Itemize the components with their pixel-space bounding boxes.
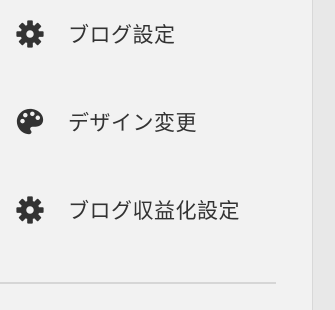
palette-icon [14,106,46,138]
menu-divider [0,282,276,284]
menu-item-label: ブログ設定 [68,23,176,47]
menu-item-label: デザイン変更 [68,111,197,135]
menu-item-blog-settings[interactable]: ブログ設定 [14,18,176,50]
gear-icon [14,194,46,226]
menu-item-blog-monetization-settings[interactable]: ブログ収益化設定 [14,194,240,226]
menu-item-label: ブログ収益化設定 [68,199,240,223]
gear-icon [14,18,46,50]
menu-item-design-change[interactable]: デザイン変更 [14,106,197,138]
scroll-panel-edge [312,0,335,310]
